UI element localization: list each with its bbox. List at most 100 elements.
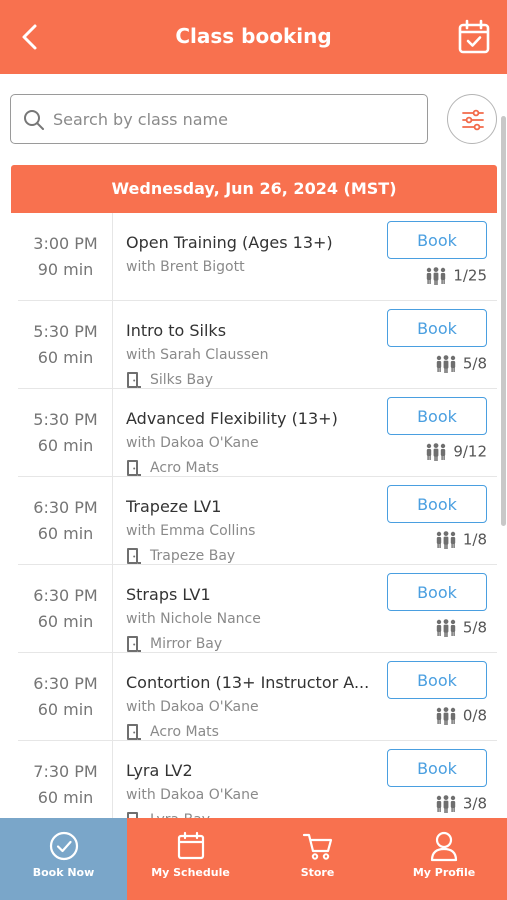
book-button[interactable]: Book [387,221,487,259]
people-icon [427,442,446,461]
time-column: 7:30 PM 60 min [18,741,113,818]
capacity-count: 1/8 [462,530,487,549]
class-row[interactable]: 6:30 PM 60 min Straps LV1 with Nichole Nanc… [18,565,497,653]
calendar-icon [177,831,204,860]
class-name: Contortion (13+ Instructor A... [126,673,370,692]
capacity-count: 0/8 [462,706,487,725]
door-icon [127,372,141,388]
class-name: Straps LV1 [126,585,211,604]
door-icon [127,812,138,818]
door-icon [127,724,141,740]
door-icon [127,548,141,564]
search-field[interactable]: Search by class name [10,94,428,144]
scrollbar[interactable] [501,116,506,526]
class-capacity: 1/8 [435,530,487,549]
sliders-icon [462,109,484,131]
class-duration: 60 min [37,700,94,719]
class-name: Trapeze LV1 [126,497,222,516]
cart-icon [302,833,332,860]
tab-my-schedule[interactable]: My Schedule [127,818,254,900]
people-icon [436,354,456,373]
page-title: Class booking [175,24,332,48]
class-row[interactable]: 7:30 PM 60 min Lyra LV2 with Dakoa O'Kane Ly… [18,741,497,818]
class-instructor: with Dakoa O'Kane [126,435,259,451]
class-time: 7:30 PM [33,762,98,781]
class-capacity: 3/8 [435,794,487,813]
class-duration: 60 min [37,612,94,631]
class-duration: 60 min [37,436,94,455]
class-time: 6:30 PM [33,674,98,693]
location-label: Acro Mats [150,460,219,476]
bottom-tab-bar: Book Now My Schedule Store My Profile [0,818,507,900]
tab-label: My Profile [412,866,476,879]
class-location: Acro Mats [126,459,219,477]
door-icon [127,460,141,476]
tab-label: My Schedule [151,866,230,879]
time-column: 6:30 PM 60 min [18,653,113,741]
class-list: 3:00 PM 90 min Open Training (Ages 13+) wit… [18,213,497,818]
user-icon [430,831,458,862]
tab-my-profile[interactable]: My Profile [381,818,507,900]
capacity-count: 3/8 [462,794,487,813]
location-label: Mirror Bay [150,636,223,652]
filter-button[interactable] [447,94,497,144]
people-icon [427,266,446,285]
tab-book-now[interactable]: Book Now [0,818,127,900]
calendar-check-icon[interactable] [457,19,491,55]
book-button[interactable]: Book [387,397,487,435]
book-button[interactable]: Book [387,309,487,347]
class-time: 3:00 PM [33,234,98,253]
class-name: Open Training (Ages 13+) [126,233,333,252]
check-circle-icon [49,831,78,861]
date-header: Wednesday, Jun 26, 2024 (MST) [11,165,497,213]
class-time: 5:30 PM [33,410,98,429]
class-location: Lyra Bay [126,811,210,818]
class-capacity: 0/8 [435,706,487,725]
app-header: Class booking [0,0,507,74]
time-column: 6:30 PM 60 min [18,565,113,653]
time-column: 3:00 PM 90 min [18,213,113,301]
class-time: 5:30 PM [33,322,98,341]
class-capacity: 9/12 [425,442,487,461]
class-row[interactable]: 6:30 PM 60 min Trapeze LV1 with Emma Collin… [18,477,497,565]
book-button[interactable]: Book [387,749,487,787]
class-capacity: 5/8 [435,354,487,373]
class-row[interactable]: 3:00 PM 90 min Open Training (Ages 13+) wit… [18,213,497,301]
people-icon [436,794,456,813]
class-location: Trapeze Bay [126,547,235,565]
class-capacity: 1/25 [425,266,487,285]
class-duration: 60 min [37,348,94,367]
class-instructor: with Sarah Claussen [126,347,269,363]
people-icon [436,706,456,725]
class-instructor: with Dakoa O'Kane [126,699,259,715]
class-instructor: with Brent Bigott [126,259,245,275]
location-label: Acro Mats [150,724,219,740]
class-location: Acro Mats [126,723,219,741]
tab-label: Book Now [32,866,95,879]
capacity-count: 1/25 [453,266,487,285]
class-row[interactable]: 5:30 PM 60 min Advanced Flexibility (13+) w… [18,389,497,477]
class-location: Silks Bay [126,371,213,389]
time-column: 5:30 PM 60 min [18,389,113,477]
class-capacity: 5/8 [435,618,487,637]
class-time: 6:30 PM [33,498,98,517]
people-icon [436,530,456,549]
book-button[interactable]: Book [387,661,487,699]
search-icon [24,110,44,130]
book-button[interactable]: Book [387,573,487,611]
class-duration: 60 min [37,524,94,543]
capacity-count: 9/12 [453,442,487,461]
tab-store[interactable]: Store [254,818,381,900]
class-duration: 90 min [37,260,94,279]
time-column: 6:30 PM 60 min [18,477,113,565]
class-row[interactable]: 5:30 PM 60 min Intro to Silks with Sarah Cl… [18,301,497,389]
book-button[interactable]: Book [387,485,487,523]
class-row[interactable]: 6:30 PM 60 min Contortion (13+ Instructor … [18,653,497,741]
class-location: Mirror Bay [126,635,222,653]
tab-label: Store [300,866,335,879]
people-icon [436,618,456,637]
location-label: Trapeze Bay [150,548,236,564]
search-input[interactable]: Search by class name [53,110,228,129]
class-name: Advanced Flexibility (13+) [126,409,338,428]
capacity-count: 5/8 [462,618,487,637]
